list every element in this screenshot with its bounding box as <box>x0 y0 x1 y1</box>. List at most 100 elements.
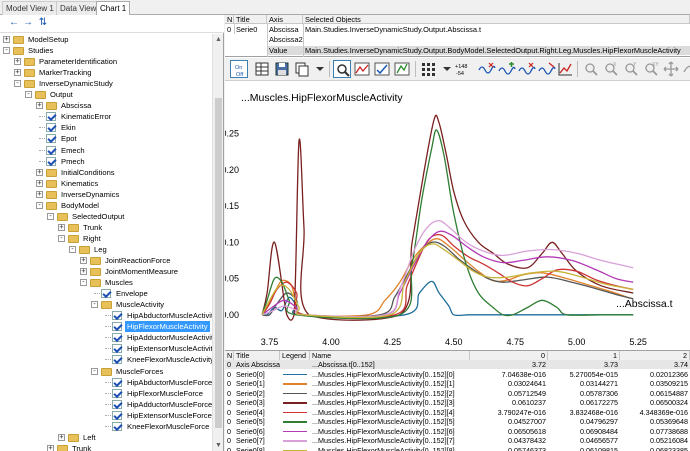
chart-canvas[interactable]: ...Muscles.HipFlexorMuscleActivity 0.000… <box>221 82 690 350</box>
tree-item[interactable]: + Left <box>0 432 212 443</box>
tree-item[interactable]: + ParameterIdentification <box>0 56 212 67</box>
grid-row[interactable]: 0 Serie0[8] ...Muscles.HipFlexorMuscleActi… <box>225 446 690 451</box>
wave-cross-icon[interactable] <box>518 60 536 78</box>
grid-axis-row[interactable]: 0 Axis Abscissa ...Abscissa.t[0..152] 3.72 3… <box>225 360 690 370</box>
expand-icon[interactable]: + <box>47 444 54 451</box>
tree-item[interactable]: Ekin <box>0 122 212 133</box>
tree-item[interactable]: - SelectedOutput <box>0 211 212 222</box>
grid-col-header[interactable]: 0 <box>470 351 548 360</box>
tab-chart-1[interactable]: Chart 1 <box>96 1 131 15</box>
scrollbar-thumb[interactable] <box>215 98 222 428</box>
tree-item[interactable]: HipFlexorMuscleActivity <box>0 321 212 333</box>
series-line[interactable] <box>261 114 634 321</box>
collapse-icon[interactable]: - <box>14 80 21 88</box>
collapse-icon[interactable]: - <box>3 47 10 55</box>
grid-col-header[interactable]: Legend <box>280 351 310 360</box>
series-line[interactable] <box>261 243 634 319</box>
grid-icon[interactable] <box>419 60 437 78</box>
tree-item[interactable]: + InitialConditions <box>0 167 212 178</box>
zoom-x-icon[interactable]: X <box>602 60 620 78</box>
expand-icon[interactable]: + <box>36 168 43 176</box>
grid-col-header[interactable]: Name <box>310 351 470 360</box>
tree-item[interactable]: HipFlexorMuscleForce <box>0 388 212 399</box>
tree-item[interactable]: HipAdductorMuscleForce <box>0 399 212 410</box>
collapse-icon[interactable]: - <box>47 212 54 220</box>
grid-col-header[interactable]: 1 <box>548 351 620 360</box>
tree-item[interactable]: Emech <box>0 145 212 156</box>
table-icon[interactable] <box>253 60 271 78</box>
tree-item[interactable]: - MuscleActivity <box>0 299 212 310</box>
scroll-up-icon[interactable]: ▲ <box>213 34 224 45</box>
tree-item[interactable]: - Output <box>0 89 212 100</box>
collapse-icon[interactable]: - <box>69 245 76 253</box>
series-line[interactable] <box>261 219 634 318</box>
on-off-icon[interactable]: On Off <box>230 60 248 78</box>
move-icon[interactable] <box>662 60 680 78</box>
zoom-icon[interactable] <box>333 60 351 78</box>
grid-row[interactable]: 0 Serie0[4] ...Muscles.HipFlexorMuscleActi… <box>225 408 690 417</box>
tree-item[interactable]: HipAbductorMuscleActivity <box>0 310 212 321</box>
zoom-y-icon[interactable]: Y <box>622 60 640 78</box>
grid-col-header[interactable]: Title <box>234 351 280 360</box>
grid-row[interactable]: 0 Serie0[1] ...Muscles.HipFlexorMuscleActi… <box>225 379 690 388</box>
tree-item[interactable]: HipAdductorMuscleActivity <box>0 332 212 343</box>
tree-item[interactable]: + InverseDynamics <box>0 189 212 200</box>
grid-row[interactable]: 0 Serie0[6] ...Muscles.HipFlexorMuscleActi… <box>225 427 690 436</box>
expand-icon[interactable]: + <box>14 69 21 77</box>
grid-row[interactable]: 0 Serie0[3] ...Muscles.HipFlexorMuscleActi… <box>225 398 690 407</box>
tree-item[interactable]: Pmech <box>0 156 212 167</box>
tree-scrollbar[interactable]: ▲ ▼ <box>212 34 223 451</box>
chart-tool-icon[interactable] <box>353 60 371 78</box>
zoom-fit-icon[interactable] <box>582 60 600 78</box>
sync-icon[interactable]: ⇅ <box>37 17 49 29</box>
tree-item[interactable]: - BodyModel <box>0 200 212 211</box>
tree-item[interactable]: HipExtensorMuscleForce <box>0 410 212 421</box>
axis-selected-object[interactable] <box>303 35 690 44</box>
tree-item[interactable]: KneeFlexorMuscleActivity <box>0 354 212 365</box>
tree-item[interactable]: + JointMomentMeasure <box>0 266 212 277</box>
expand-icon[interactable]: + <box>14 58 21 66</box>
tree-item[interactable]: Envelope <box>0 288 212 299</box>
tree-item[interactable]: - Leg <box>0 244 212 255</box>
chart-line-icon[interactable] <box>556 60 574 78</box>
copy-icon[interactable] <box>293 60 311 78</box>
collapse-icon[interactable]: - <box>91 301 98 309</box>
collapse-icon[interactable]: - <box>36 201 43 209</box>
expand-icon[interactable]: + <box>36 190 43 198</box>
grid-col-header[interactable]: N <box>225 351 234 360</box>
series-line[interactable] <box>262 280 634 318</box>
expand-icon[interactable]: + <box>58 223 65 231</box>
expand-icon[interactable]: + <box>80 268 87 276</box>
tree-item[interactable]: + ModelSetup <box>0 34 212 45</box>
copy-dropdown-icon[interactable] <box>311 60 329 78</box>
expand-icon[interactable]: + <box>3 36 10 43</box>
wave-edit-icon[interactable] <box>538 60 556 78</box>
tree-item[interactable]: - Muscles <box>0 277 212 288</box>
chart-check-icon[interactable] <box>373 60 391 78</box>
tree-item[interactable]: - MuscleForces <box>0 366 212 377</box>
axis-selected-object[interactable]: Main.Studies.InverseDynamicStudy.Output.… <box>303 25 690 34</box>
series-title[interactable]: Serie0 <box>234 25 267 34</box>
tree-item[interactable]: - InverseDynamicStudy <box>0 78 212 89</box>
tree-item[interactable]: - Right <box>0 233 212 244</box>
tree-item[interactable]: + MarkerTracking <box>0 67 212 78</box>
zoom-xy-icon[interactable]: XY <box>642 60 660 78</box>
tree-item[interactable]: + Abscissa <box>0 100 212 111</box>
numbers-icon[interactable]: +148 -54 <box>454 60 472 78</box>
line-chart[interactable]: ...Muscles.HipFlexorMuscleActivity 0.000… <box>221 82 690 350</box>
value-selected-object[interactable]: Main.Studies.InverseDynamicStudy.Output.… <box>303 46 690 55</box>
collapse-icon[interactable]: - <box>25 91 32 99</box>
wave-plus-icon[interactable] <box>478 60 496 78</box>
tab-data-view[interactable]: Data View <box>56 1 101 15</box>
grid-col-header[interactable]: 2 <box>620 351 690 360</box>
grid-row[interactable]: 0 Serie0[5] ...Muscles.HipFlexorMuscleActi… <box>225 417 690 426</box>
tree-item[interactable]: KneeFlexorMuscleForce <box>0 421 212 432</box>
expand-icon[interactable]: + <box>36 179 43 187</box>
forward-icon[interactable]: → <box>22 17 34 29</box>
expand-icon[interactable]: + <box>36 102 43 110</box>
back-icon[interactable]: ← <box>8 17 20 29</box>
save-icon[interactable] <box>273 60 291 78</box>
rotate-3d-icon[interactable]: 3D <box>680 60 690 78</box>
grid-row[interactable]: 0 Serie0[2] ...Muscles.HipFlexorMuscleActi… <box>225 389 690 398</box>
tree-item[interactable]: + Trunk <box>0 443 212 451</box>
